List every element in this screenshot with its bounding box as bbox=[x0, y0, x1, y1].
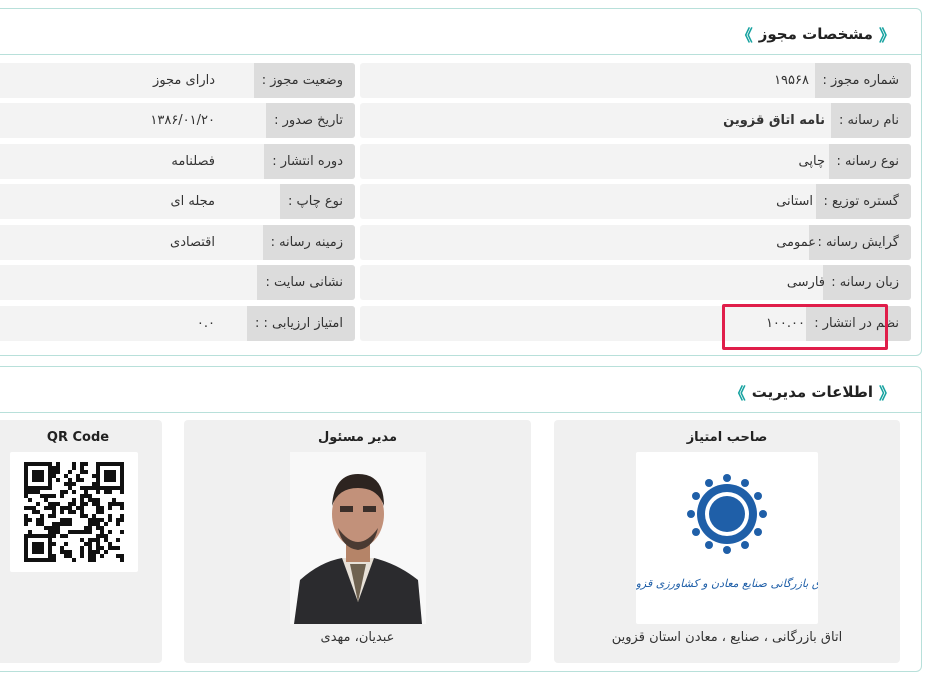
field-evaluation-score: امتیاز ارزیابی : : ۰.۰ bbox=[0, 306, 355, 341]
chevron-right-icon: 《 bbox=[878, 384, 895, 403]
chamber-logo: اتاق بازرگانی صنایع معادن و کشاورزی قزوی… bbox=[624, 452, 832, 624]
field-distribution-scope: گستره توزیع : استانی bbox=[360, 184, 911, 219]
owner-card: صاحب امتیاز اتاق بازرگانی صنایع معادن و … bbox=[554, 420, 900, 663]
qr-code-icon bbox=[10, 452, 138, 572]
field-media-field: زمینه رسانه : اقتصادی bbox=[0, 225, 355, 260]
qr-card: QR Code bbox=[0, 420, 162, 663]
field-media-name: نام رسانه : نامه اتاق قزوین bbox=[360, 103, 911, 138]
chevron-left-icon: 》 bbox=[736, 26, 753, 45]
chevron-right-icon: 《 bbox=[878, 26, 895, 45]
license-panel-title: 《 مشخصات مجوز 》 bbox=[737, 22, 895, 46]
field-license-number: شماره مجوز : ۱۹۵۶۸ bbox=[360, 63, 911, 98]
license-panel-header: 《 مشخصات مجوز 》 bbox=[0, 9, 921, 55]
highlight-box bbox=[722, 304, 888, 350]
field-issue-date: تاریخ صدور : ۱۳۸۶/۰۱/۲۰ bbox=[0, 103, 355, 138]
management-panel-title: 《 اطلاعات مدیریت 》 bbox=[730, 380, 895, 404]
svg-text:اتاق بازرگانی صنایع معادن و کش: اتاق بازرگانی صنایع معادن و کشاورزی قزوی… bbox=[636, 577, 818, 590]
management-panel-header: 《 اطلاعات مدیریت 》 bbox=[0, 367, 921, 413]
field-website-address: نشانی سایت : bbox=[0, 265, 355, 300]
field-media-type: نوع رسانه : چاپی bbox=[360, 144, 911, 179]
chevron-left-icon: 》 bbox=[729, 384, 746, 403]
field-publication-period: دوره انتشار : فصلنامه bbox=[0, 144, 355, 179]
field-print-type: نوع چاپ : مجله ای bbox=[0, 184, 355, 219]
field-media-orientation: گرایش رسانه : عمومی bbox=[360, 225, 911, 260]
manager-photo bbox=[290, 452, 426, 624]
field-license-status: وضعیت مجوز : دارای مجوز bbox=[0, 63, 355, 98]
field-media-language: زبان رسانه : فارسی bbox=[360, 265, 911, 300]
manager-card: مدیر مسئول عبدیان، مهدی bbox=[184, 420, 531, 663]
